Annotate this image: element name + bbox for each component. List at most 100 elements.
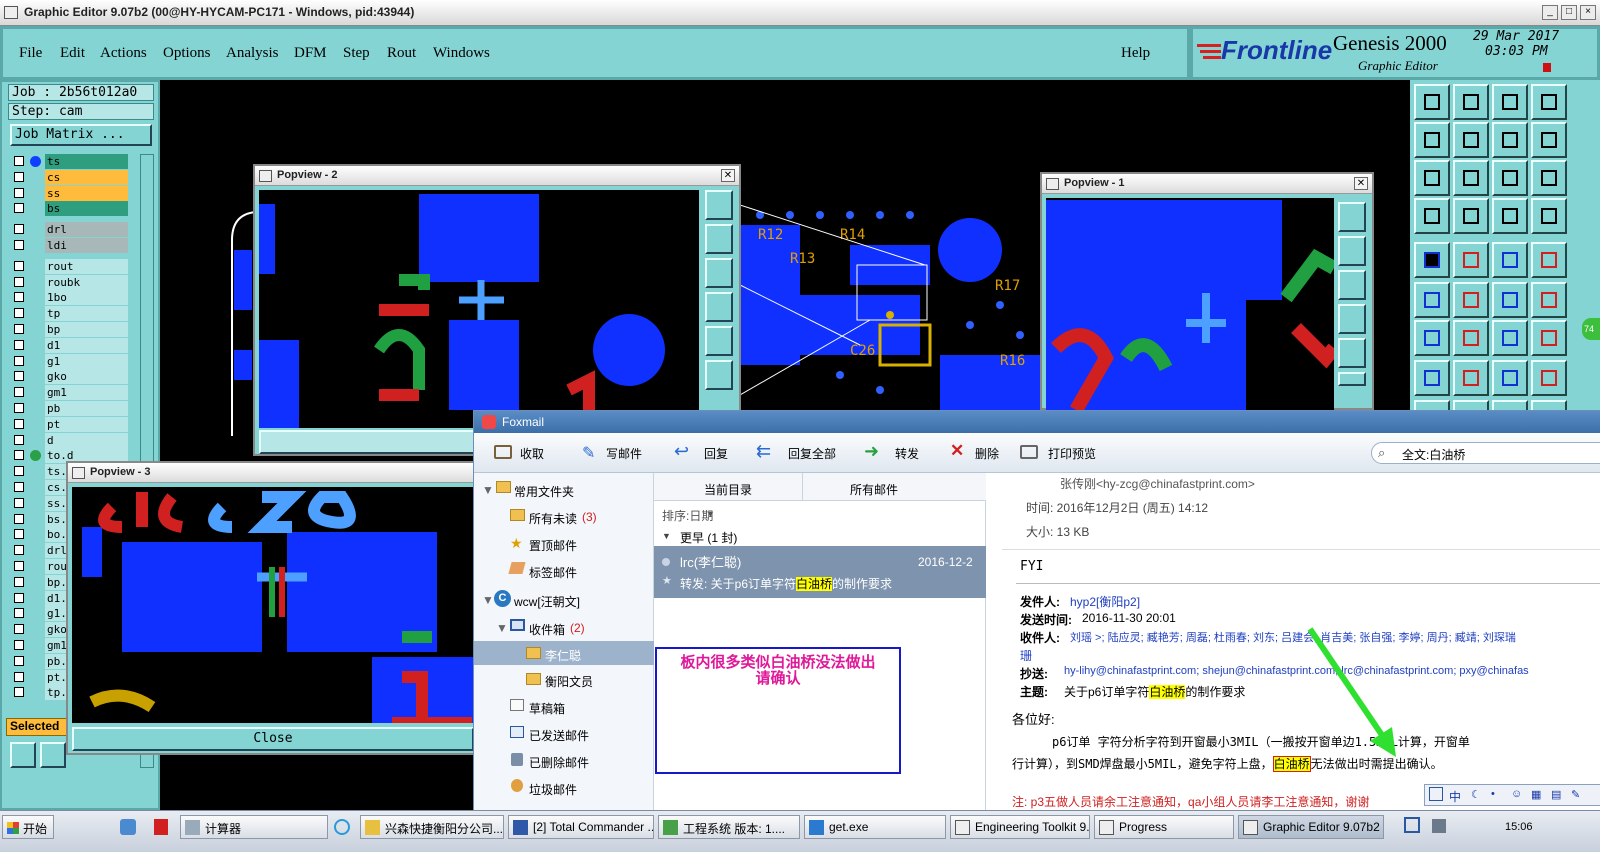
ime-menu-icon[interactable]: ▤ xyxy=(1551,788,1561,801)
layer-checkbox[interactable] xyxy=(14,324,24,334)
layer-row[interactable]: drl xyxy=(12,222,130,238)
layer-name[interactable]: pt xyxy=(45,416,128,432)
pv2-tool-6-icon[interactable] xyxy=(705,360,733,390)
layer-checkbox[interactable] xyxy=(14,156,24,166)
print-preview-button[interactable]: 打印预览 xyxy=(1048,445,1096,462)
layer-name[interactable]: bs xyxy=(45,201,128,217)
task-company[interactable]: 兴森快捷衡阳分公司... xyxy=(360,815,504,839)
ime-punct-icon[interactable]: ☾ xyxy=(1471,788,1481,801)
tool-button-24-icon[interactable] xyxy=(1531,282,1567,318)
tree-deleted[interactable]: 已删除邮件 xyxy=(529,754,589,771)
layer-name[interactable]: tp xyxy=(45,306,128,322)
quoted-sender[interactable]: hyp2[衡阳p2] xyxy=(1070,593,1140,610)
layer-row[interactable]: pb xyxy=(12,401,130,416)
sort-chevron-icon[interactable]: ▼ xyxy=(706,509,715,519)
layer-name[interactable]: bp xyxy=(45,322,128,337)
layer-name[interactable]: gko xyxy=(45,369,128,385)
layer-checkbox[interactable] xyxy=(14,561,24,571)
stop-indicator[interactable] xyxy=(1543,63,1551,72)
pv1-tool-4-icon[interactable] xyxy=(1338,304,1366,334)
layer-checkbox[interactable] xyxy=(14,203,24,214)
layer-checkbox[interactable] xyxy=(14,450,24,461)
layer-row[interactable]: bp xyxy=(12,322,130,337)
star-icon[interactable]: ★ xyxy=(662,574,672,587)
tree-inbox[interactable]: 收件箱 xyxy=(529,621,565,638)
popview-1-close-icon[interactable]: ✕ xyxy=(1354,177,1368,190)
layer-checkbox[interactable] xyxy=(14,655,24,666)
tool-button-31-icon[interactable] xyxy=(1492,360,1528,396)
layer-checkbox[interactable] xyxy=(14,171,24,182)
ime-mode[interactable]: 中 xyxy=(1449,788,1461,805)
layer-row[interactable]: pt xyxy=(12,416,130,432)
layer-row[interactable]: gm1 xyxy=(12,385,130,401)
forward-button[interactable]: 转发 xyxy=(895,445,919,462)
layer-checkbox[interactable] xyxy=(14,434,24,445)
layer-checkbox[interactable] xyxy=(14,529,24,540)
layer-checkbox[interactable] xyxy=(14,513,24,524)
layer-checkbox[interactable] xyxy=(14,355,24,366)
menu-edit[interactable]: Edit xyxy=(60,45,85,62)
tool-button-27-icon[interactable] xyxy=(1492,320,1528,356)
tool-button-3-icon[interactable] xyxy=(1492,84,1528,120)
tool-button-17-icon[interactable] xyxy=(1414,242,1450,278)
tool-button-5-icon[interactable] xyxy=(1414,122,1450,158)
pv1-tool-2-icon[interactable] xyxy=(1338,236,1366,266)
tool-button-21-icon[interactable] xyxy=(1414,282,1450,318)
layer-checkbox[interactable] xyxy=(14,482,24,492)
popview-2-canvas[interactable] xyxy=(259,190,699,428)
search-input[interactable]: 全文:白油桥 xyxy=(1402,446,1465,463)
task-engineering-system[interactable]: 工程系统 版本: 1.... xyxy=(658,815,800,839)
menu-step[interactable]: Step xyxy=(343,45,370,62)
ime-keyboard-icon[interactable]: ▦ xyxy=(1531,788,1541,801)
tree-common[interactable]: 常用文件夹 xyxy=(514,483,574,500)
layer-name[interactable]: 1bo xyxy=(45,290,128,306)
popview-3-close-button[interactable]: Close xyxy=(72,727,474,751)
layer-name[interactable]: cs xyxy=(45,169,128,185)
layer-checkbox[interactable] xyxy=(14,387,24,398)
reply-all-button[interactable]: 回复全部 xyxy=(788,445,836,462)
layer-name[interactable]: gm1 xyxy=(45,385,128,401)
tree-sent[interactable]: 已发送邮件 xyxy=(529,727,589,744)
layer-checkbox[interactable] xyxy=(14,576,24,587)
popview-1-canvas[interactable] xyxy=(1046,198,1334,410)
job-matrix-button[interactable]: Job Matrix ... xyxy=(10,124,152,146)
layer-checkbox[interactable] xyxy=(14,339,24,350)
quoted-to[interactable]: 刘瑶 >; 陆应灵; 臧艳芳; 周磊; 杜雨春; 刘东; 吕建会; 肖吉美; 张… xyxy=(1070,629,1516,645)
layer-checkbox[interactable] xyxy=(14,260,24,271)
layer-name[interactable]: roubk xyxy=(45,274,128,290)
layer-checkbox[interactable] xyxy=(14,224,24,235)
pv2-tool-1-icon[interactable] xyxy=(705,190,733,220)
layer-checkbox[interactable] xyxy=(14,687,24,698)
layer-row[interactable]: d1 xyxy=(12,337,130,353)
search-box[interactable]: ⌕ 全文:白油桥 xyxy=(1371,442,1600,464)
tree-drafts[interactable]: 草稿箱 xyxy=(529,700,565,717)
layer-checkbox[interactable] xyxy=(14,671,24,682)
tree-folder-2[interactable]: 衡阳文员 xyxy=(545,673,593,690)
layer-name[interactable]: ss xyxy=(45,185,128,201)
compose-button[interactable]: 写邮件 xyxy=(606,445,642,462)
pv1-tool-3-icon[interactable] xyxy=(1338,270,1366,300)
popview-2-close-icon[interactable]: ✕ xyxy=(721,169,735,182)
pv2-tool-2-icon[interactable] xyxy=(705,224,733,254)
message-row-selected[interactable]: lrc(李仁聪) 2016-12-2 ★ 转发: 关于p6订单字符白油桥的制作要… xyxy=(654,546,986,598)
quicklaunch-folder-icon[interactable] xyxy=(120,819,136,835)
delete-button[interactable]: 删除 xyxy=(975,445,999,462)
layer-checkbox[interactable] xyxy=(14,418,24,429)
layer-checkbox[interactable] xyxy=(14,240,24,250)
quicklaunch-browser-icon[interactable] xyxy=(334,819,350,835)
layer-checkbox[interactable] xyxy=(14,592,24,603)
layer-name[interactable]: drl xyxy=(45,222,128,238)
tree-junk[interactable]: 垃圾邮件 xyxy=(529,781,577,798)
quoted-to-cont[interactable]: 珊 xyxy=(1020,647,1032,664)
layer-row[interactable]: ts xyxy=(12,154,130,169)
layer-checkbox[interactable] xyxy=(14,640,24,650)
tool-button-28-icon[interactable] xyxy=(1531,320,1567,356)
tool-button-9-icon[interactable] xyxy=(1414,160,1450,196)
layer-checkbox[interactable] xyxy=(14,276,24,287)
tool-button-19-icon[interactable] xyxy=(1492,242,1528,278)
menu-dfm[interactable]: DFM xyxy=(294,45,327,62)
layer-checkbox[interactable] xyxy=(14,497,24,508)
group-collapse-icon[interactable]: ▼ xyxy=(662,531,671,541)
tool-button-11-icon[interactable] xyxy=(1492,160,1528,196)
layer-row[interactable]: ss xyxy=(12,185,130,201)
